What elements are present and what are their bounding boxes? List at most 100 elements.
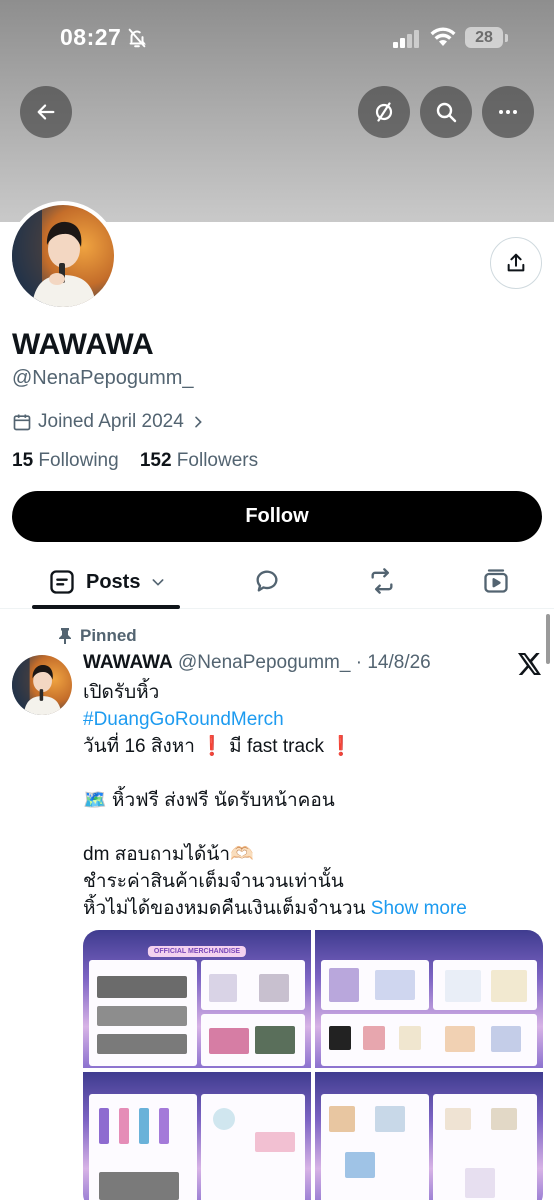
chevron-down-icon <box>153 579 164 586</box>
tab-media[interactable] <box>482 567 510 600</box>
status-bar: 08:27 28 <box>0 22 554 54</box>
merch-item <box>99 1108 109 1144</box>
merch-item <box>259 974 289 1002</box>
reposts-icon <box>371 568 393 594</box>
media-column: OFFICIAL MERCHANDISE <box>83 930 311 1200</box>
profile-avatar[interactable] <box>8 201 118 311</box>
merch-item <box>375 970 415 1000</box>
merch-item <box>329 1106 355 1132</box>
post-media-grid: OFFICIAL MERCHANDISE <box>83 930 543 1200</box>
x-logo-icon <box>518 653 542 680</box>
merch-item <box>363 1026 385 1050</box>
profile-tabs: Posts <box>0 555 554 609</box>
hide-icon <box>375 102 393 122</box>
merch-image[interactable] <box>315 930 543 1068</box>
following-link[interactable]: 15 Following <box>12 450 119 471</box>
followers-label: Followers <box>176 450 259 471</box>
merch-item <box>97 1034 187 1054</box>
merch-item <box>99 1172 179 1200</box>
post-line-8: ชำระค่าสินค้าเต็มจำนวนเท่านั้น <box>83 871 344 892</box>
merch-image[interactable] <box>315 1072 543 1200</box>
merch-item <box>255 1026 295 1054</box>
post-author-handle[interactable]: @NenaPepogumm_ <box>178 652 350 673</box>
profile-handle: @NenaPepogumm_ <box>12 367 194 389</box>
status-time: 08:27 <box>60 24 122 50</box>
post-line-7: dm สอบถามได้น้า🫶🏻 <box>83 844 254 865</box>
post-author-name[interactable]: WAWAWA <box>83 652 173 673</box>
pinned-indicator: Pinned <box>58 626 137 646</box>
merch-item <box>209 1028 249 1054</box>
merch-item <box>491 1108 517 1130</box>
back-button[interactable] <box>20 86 72 138</box>
merch-image[interactable] <box>83 1072 311 1200</box>
post-line-5: 🗺️ หิ้วฟรี ส่งฟรี นัดรับหน้าคอน <box>83 790 335 811</box>
search-icon <box>436 102 457 123</box>
media-column <box>315 930 543 1200</box>
signal-icon <box>393 30 421 53</box>
show-more-link[interactable]: Show more <box>371 898 467 919</box>
merch-item <box>139 1108 149 1144</box>
merch-item <box>119 1108 129 1144</box>
battery-cap <box>505 34 508 42</box>
tab-posts-label: Posts <box>86 570 141 593</box>
post-line-9: หิ้วไม่ได้ของหมดคืนเงินเต็มจำนวน Show mo… <box>83 895 543 922</box>
follow-stats: 15 Following 152 Followers <box>12 450 258 472</box>
post-author-avatar[interactable] <box>12 655 72 715</box>
chevron-right-icon <box>194 416 202 428</box>
post-line-3: วันที่ 16 สิงหา ❗️ มี fast track ❗️ <box>83 736 353 757</box>
merch-item <box>97 976 187 998</box>
post-hashtag[interactable]: #DuangGoRoundMerch <box>83 706 543 733</box>
merch-item <box>445 970 481 1002</box>
share-icon <box>507 253 525 272</box>
wifi-icon <box>430 26 456 53</box>
battery-indicator: 28 <box>465 27 503 48</box>
merch-item <box>209 974 237 1002</box>
post-date[interactable]: 14/8/26 <box>367 652 430 673</box>
pinned-label: Pinned <box>80 626 137 645</box>
merch-item <box>255 1132 295 1152</box>
merch-item <box>159 1108 169 1144</box>
media-icon <box>484 569 508 593</box>
calendar-icon <box>13 414 31 431</box>
replies-icon <box>256 570 278 592</box>
following-label: Following <box>38 450 119 471</box>
profile-name: WAWAWA <box>12 328 154 361</box>
post-line-9-text: หิ้วไม่ได้ของหมดคืนเงินเต็มจำนวน <box>83 898 366 919</box>
followers-count: 152 <box>139 450 172 471</box>
merch-item <box>465 1168 495 1198</box>
tab-reposts[interactable] <box>367 567 397 600</box>
merch-item <box>491 1026 521 1052</box>
merch-item <box>445 1108 471 1130</box>
hide-button[interactable] <box>358 86 410 138</box>
pin-icon <box>59 628 71 644</box>
followers-link[interactable]: 152 Followers <box>140 450 258 471</box>
merch-image-title: OFFICIAL MERCHANDISE <box>147 946 247 957</box>
merch-image[interactable]: OFFICIAL MERCHANDISE <box>83 930 311 1068</box>
merch-item <box>445 1026 475 1052</box>
merch-item <box>399 1026 421 1050</box>
post-header: WAWAWA @NenaPepogumm_ · 14/8/26 <box>83 652 431 674</box>
posts-icon <box>50 570 74 594</box>
merch-item <box>491 970 527 1002</box>
merch-item <box>329 968 359 1002</box>
share-button[interactable] <box>490 237 542 289</box>
joined-label: Joined April 2024 <box>38 411 184 432</box>
silent-bell-icon <box>126 27 148 54</box>
post-line-1: เปิดรับหิ้ว <box>83 682 160 703</box>
tab-posts[interactable]: Posts <box>48 568 166 596</box>
scrollbar[interactable] <box>546 614 550 664</box>
back-arrow-icon <box>37 104 55 120</box>
tab-replies[interactable] <box>253 567 281 600</box>
more-button[interactable] <box>482 86 534 138</box>
joined-date[interactable]: Joined April 2024 <box>12 411 206 433</box>
search-button[interactable] <box>420 86 472 138</box>
merch-item <box>213 1108 235 1130</box>
merch-item <box>97 1006 187 1026</box>
post-separator: · <box>355 652 363 673</box>
follow-button[interactable]: Follow <box>12 491 542 542</box>
more-icon <box>499 110 517 114</box>
post-text[interactable]: เปิดรับหิ้ว #DuangGoRoundMerch วันที่ 16… <box>83 679 543 922</box>
tab-active-indicator <box>32 605 180 609</box>
